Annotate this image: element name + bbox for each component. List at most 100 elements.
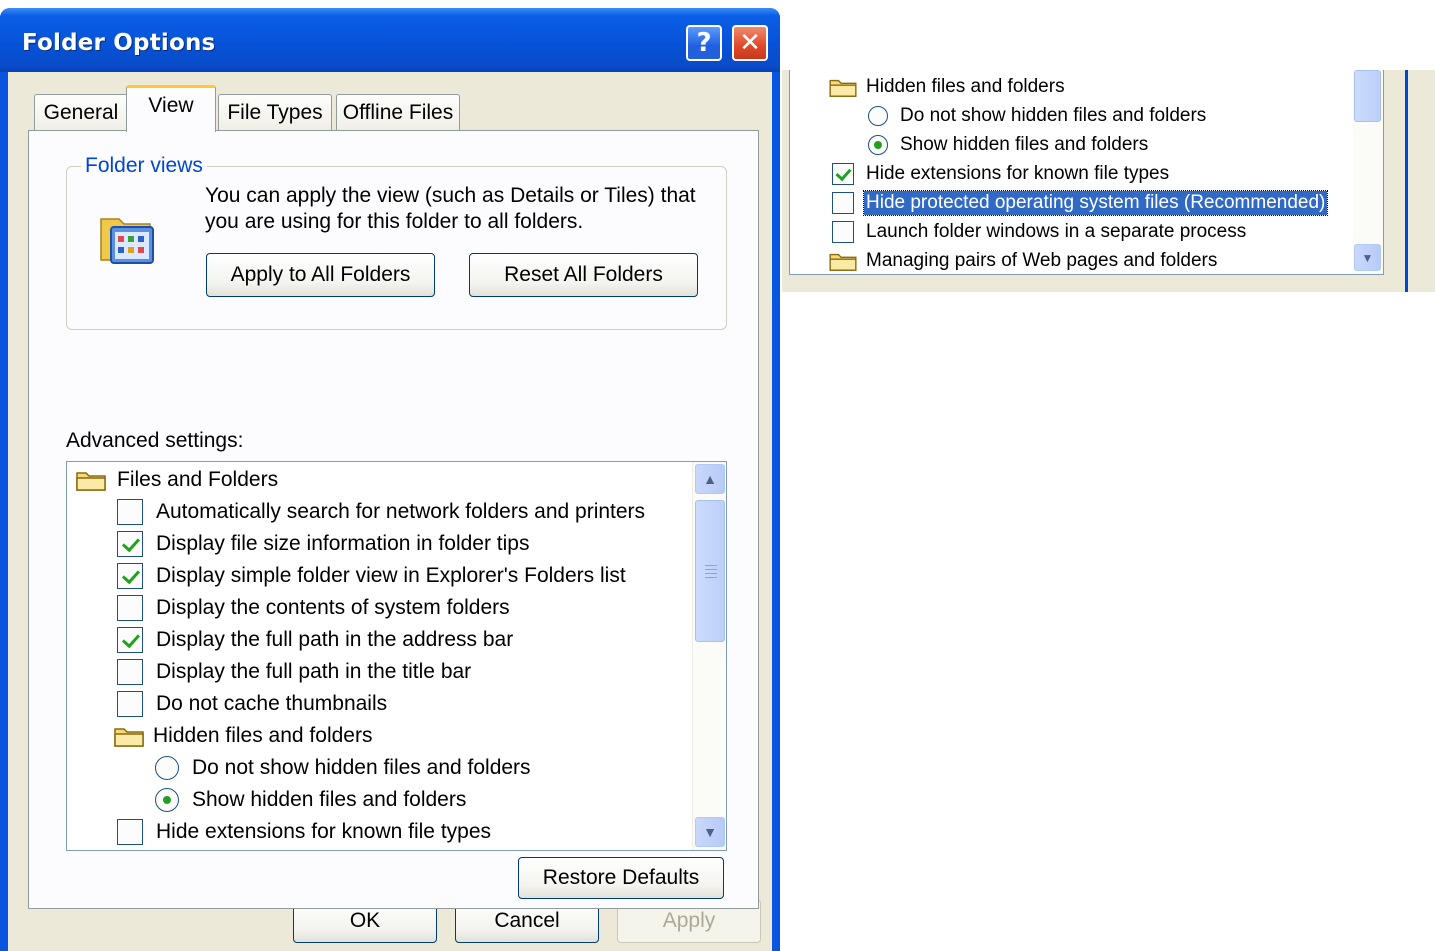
checkbox[interactable] [832,220,854,243]
tab-label: File Types [227,100,323,124]
tab-file-types[interactable]: File Types [218,94,332,130]
folder-views-legend: Folder views [81,154,207,178]
setting-show-hidden[interactable]: Show hidden files and folders [155,784,466,816]
scroll-thumb[interactable] [1354,70,1381,122]
tab-label: Offline Files [342,100,454,124]
setting-full-path-title-bar[interactable]: Display the full path in the title bar [117,656,471,688]
setting-label: Show hidden files and folders [192,788,467,811]
setting-separate-process[interactable]: Launch folder windows in a separate proc… [832,217,1246,246]
button-label: OK [349,909,381,932]
tree-item-label: Managing pairs of Web pages and folders [866,249,1218,271]
radio-button[interactable] [868,134,888,155]
checkbox[interactable] [117,819,143,845]
folder-icon [829,253,857,271]
tree-group-web-pages: Managing pairs of Web pages and folders [828,246,1218,274]
close-button[interactable]: ✕ [732,25,768,61]
checkbox[interactable] [832,162,854,185]
tree-item-label: Hidden files and folders [153,724,373,747]
folder-views-group: Folder views You can apply the view (suc… [66,154,727,330]
scroll-down-button[interactable]: ▼ [1354,244,1381,271]
tree-group-hidden-files: Hidden files and folders [113,720,372,752]
grip-line [705,577,717,578]
grip-line [705,573,717,574]
chevron-down-icon: ▼ [703,824,717,840]
checkbox[interactable] [832,191,854,214]
setting-label: Launch folder windows in a separate proc… [866,220,1247,242]
help-button[interactable]: ? [686,25,722,61]
radio-button[interactable] [155,756,179,780]
setting-label: Automatically search for network folders… [156,500,646,523]
dialog-title: Folder Options [22,30,216,56]
setting-label: Display the contents of system folders [156,596,510,619]
setting-label: Show hidden files and folders [900,133,1149,155]
tree-group-files-and-folders: Files and Folders [75,464,278,496]
setting-label: Do not show hidden files and folders [900,104,1207,126]
setting-auto-search-network[interactable]: Automatically search for network folders… [117,496,645,528]
checkbox[interactable] [117,499,143,525]
tab-general[interactable]: General [34,94,128,130]
vertical-scrollbar[interactable]: ▼ [1353,70,1383,274]
tab-offline-files[interactable]: Offline Files [336,94,460,130]
folder-icon [114,728,144,747]
tab-label: General [43,100,119,124]
setting-label: Do not show hidden files and folders [192,756,531,779]
scroll-thumb[interactable] [695,500,725,642]
setting-system-folder-contents[interactable]: Display the contents of system folders [117,592,510,624]
radio-button[interactable] [155,788,179,812]
setting-hide-extensions[interactable]: Hide extensions for known file types [832,159,1169,188]
radio-button[interactable] [868,105,888,126]
setting-do-not-show-hidden[interactable]: Do not show hidden files and folders [868,101,1206,130]
setting-label: Hide extensions for known file types [866,162,1170,184]
checkbox[interactable] [117,691,143,717]
setting-label: Display the full path in the title bar [156,660,472,683]
restore-defaults-button[interactable]: Restore Defaults [518,857,724,899]
tree-group-hidden-files: Hidden files and folders [828,72,1065,101]
checkbox[interactable] [117,627,143,653]
grip-line [705,569,717,570]
setting-label: Hide extensions for known file types [156,820,492,843]
vertical-scrollbar[interactable]: ▲ ▼ [692,462,726,850]
scroll-up-button[interactable]: ▲ [695,464,725,494]
setting-file-size-in-tips[interactable]: Display file size information in folder … [117,528,530,560]
tree-item-label: Hidden files and folders [866,75,1065,97]
scroll-down-button[interactable]: ▼ [695,817,725,847]
dialog-body: General View File Types Offline Files Fo… [8,72,772,951]
setting-no-cache-thumbnails[interactable]: Do not cache thumbnails [117,688,387,720]
setting-label: Display simple folder view in Explorer's… [156,564,626,587]
reset-all-folders-button[interactable]: Reset All Folders [469,253,698,297]
setting-label: Display the full path in the address bar [156,628,514,651]
checkbox[interactable] [117,595,143,621]
setting-do-not-show-hidden[interactable]: Do not show hidden files and folders [155,752,531,784]
tab-view[interactable]: View [126,85,216,132]
checkbox[interactable] [117,563,143,589]
setting-hide-protected-os-files[interactable]: Hide protected operating system files (R… [832,188,1329,217]
button-label: Apply [662,909,716,932]
button-label: Reset All Folders [504,263,663,286]
zoomed-settings-snippet: Hidden files and folders Do not show hid… [782,70,1435,292]
setting-full-path-address-bar[interactable]: Display the full path in the address bar [117,624,513,656]
button-label: Cancel [494,909,560,932]
button-label: Apply to All Folders [230,263,411,286]
tab-label: View [148,94,194,117]
view-tab-panel: Folder views You can apply the view (suc… [28,130,759,909]
folder-icon [829,79,857,97]
setting-label-selected: Hide protected operating system files (R… [862,189,1329,216]
title-bar[interactable]: Folder Options ? ✕ [0,8,780,72]
button-label: Restore Defaults [542,866,700,889]
checkbox[interactable] [117,659,143,685]
setting-label: Do not cache thumbnails [156,692,388,715]
grip-line [705,565,717,566]
checkbox[interactable] [117,531,143,557]
setting-label: Display file size information in folder … [156,532,530,555]
zoomed-settings-list[interactable]: Hidden files and folders Do not show hid… [789,70,1384,275]
setting-show-hidden[interactable]: Show hidden files and folders [868,130,1148,159]
folder-options-dialog: Folder Options ? ✕ General View File Typ… [0,8,780,951]
advanced-settings-label: Advanced settings: [66,429,244,452]
setting-simple-folder-view[interactable]: Display simple folder view in Explorer's… [117,560,626,592]
close-icon: ✕ [739,28,761,58]
setting-hide-extensions[interactable]: Hide extensions for known file types [117,816,491,848]
folder-views-description: You can apply the view (such as Details … [205,184,696,233]
advanced-settings-list[interactable]: Files and Folders Automatically search f… [66,461,727,851]
chevron-up-icon: ▲ [703,471,717,487]
apply-to-all-folders-button[interactable]: Apply to All Folders [206,253,435,297]
